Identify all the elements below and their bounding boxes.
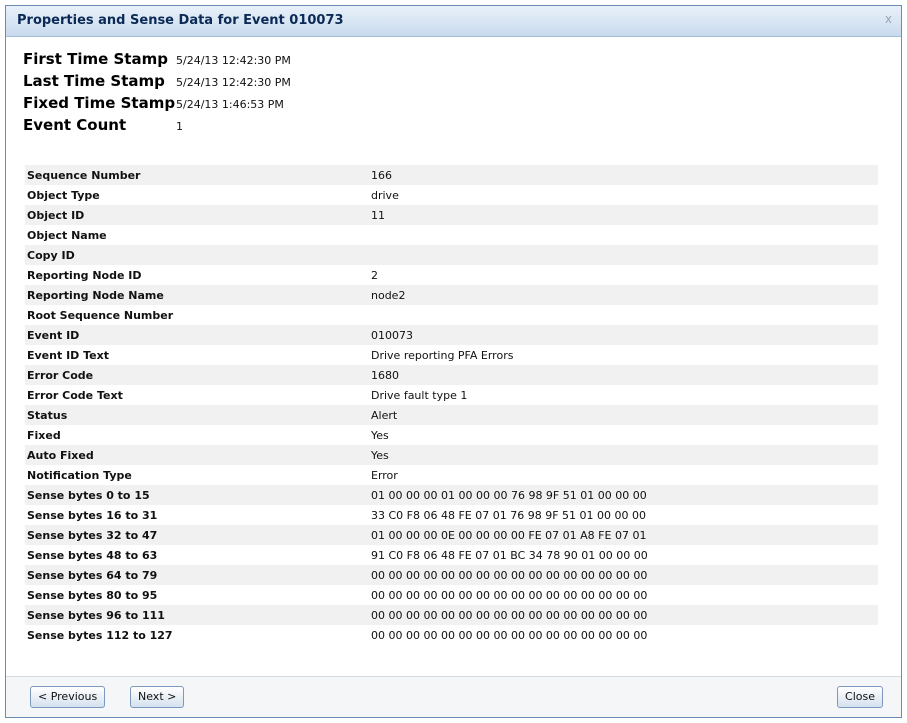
property-key: Sense bytes 48 to 63 xyxy=(27,548,158,562)
property-row: Sense bytes 16 to 31 33 C0 F8 06 48 FE 07… xyxy=(25,505,878,525)
first-time-stamp-value: 5/24/13 12:42:30 PM xyxy=(176,54,291,67)
property-row: Error Code 1680 xyxy=(25,365,878,385)
property-row: Root Sequence Number xyxy=(25,305,878,325)
property-key: Fixed xyxy=(27,428,61,442)
event-count-row: Event Count 1 xyxy=(23,116,291,138)
property-key: Sense bytes 96 to 111 xyxy=(27,608,165,622)
last-time-stamp-label: Last Time Stamp xyxy=(23,72,165,90)
property-key: Reporting Node Name xyxy=(27,288,164,302)
property-row: Object Type drive xyxy=(25,185,878,205)
property-row: Sense bytes 96 to 111 00 00 00 00 00 00 0… xyxy=(25,605,878,625)
property-key: Auto Fixed xyxy=(27,448,94,462)
dialog-footer: < Previous Next > Close xyxy=(6,676,901,717)
first-time-stamp-row: First Time Stamp 5/24/13 12:42:30 PM xyxy=(23,50,291,72)
previous-button[interactable]: < Previous xyxy=(30,686,106,708)
next-button[interactable]: Next > xyxy=(130,686,185,708)
property-value: 166 xyxy=(371,168,392,182)
property-key: Sense bytes 64 to 79 xyxy=(27,568,158,582)
fixed-time-stamp-row: Fixed Time Stamp 5/24/13 1:46:53 PM xyxy=(23,94,291,116)
property-row: Sense bytes 80 to 95 00 00 00 00 00 00 00… xyxy=(25,585,878,605)
property-value: 00 00 00 00 00 00 00 00 00 00 00 00 00 0… xyxy=(371,608,648,622)
property-row: Object ID 11 xyxy=(25,205,878,225)
property-value: 01 00 00 00 0E 00 00 00 00 FE 07 01 A8 F… xyxy=(371,528,647,542)
fixed-time-stamp-value: 5/24/13 1:46:53 PM xyxy=(176,98,284,111)
time-stamps-section: First Time Stamp 5/24/13 12:42:30 PM Las… xyxy=(23,50,291,138)
property-key: Root Sequence Number xyxy=(27,308,174,322)
property-key: Reporting Node ID xyxy=(27,268,142,282)
event-properties-dialog: Properties and Sense Data for Event 0100… xyxy=(5,5,902,718)
property-row: Sequence Number 166 xyxy=(25,165,878,185)
property-key: Event ID Text xyxy=(27,348,109,362)
last-time-stamp-row: Last Time Stamp 5/24/13 12:42:30 PM xyxy=(23,72,291,94)
property-value: Drive fault type 1 xyxy=(371,388,468,402)
property-row: Sense bytes 64 to 79 00 00 00 00 00 00 00… xyxy=(25,565,878,585)
property-row: Sense bytes 112 to 127 00 00 00 00 00 00 … xyxy=(25,625,878,645)
close-button[interactable]: Close xyxy=(837,686,883,708)
property-key: Status xyxy=(27,408,68,422)
property-key: Error Code xyxy=(27,368,94,382)
property-row: Sense bytes 48 to 63 91 C0 F8 06 48 FE 07… xyxy=(25,545,878,565)
property-key: Sense bytes 0 to 15 xyxy=(27,488,150,502)
event-count-value: 1 xyxy=(176,120,183,133)
last-time-stamp-value: 5/24/13 12:42:30 PM xyxy=(176,76,291,89)
property-key: Sense bytes 32 to 47 xyxy=(27,528,158,542)
property-row: Sense bytes 32 to 47 01 00 00 00 0E 00 00… xyxy=(25,525,878,545)
dialog-title: Properties and Sense Data for Event 0100… xyxy=(17,13,344,28)
first-time-stamp-label: First Time Stamp xyxy=(23,50,168,68)
property-value: 010073 xyxy=(371,328,413,342)
property-value: drive xyxy=(371,188,399,202)
property-value: Drive reporting PFA Errors xyxy=(371,348,514,362)
property-value: 00 00 00 00 00 00 00 00 00 00 00 00 00 0… xyxy=(371,568,648,582)
property-key: Copy ID xyxy=(27,248,75,262)
property-value: Yes xyxy=(371,448,389,462)
property-value: 33 C0 F8 06 48 FE 07 01 76 98 9F 51 01 0… xyxy=(371,508,647,522)
property-key: Object ID xyxy=(27,208,85,222)
property-row: Reporting Node ID 2 xyxy=(25,265,878,285)
event-count-label: Event Count xyxy=(23,116,127,134)
property-value: 01 00 00 00 01 00 00 00 76 98 9F 51 01 0… xyxy=(371,488,647,502)
property-row: Fixed Yes xyxy=(25,425,878,445)
property-value: Yes xyxy=(371,428,389,442)
property-key: Error Code Text xyxy=(27,388,123,402)
property-value: Error xyxy=(371,468,398,482)
property-row: Copy ID xyxy=(25,245,878,265)
dialog-titlebar: Properties and Sense Data for Event 0100… xyxy=(6,6,901,37)
property-value: 00 00 00 00 00 00 00 00 00 00 00 00 00 0… xyxy=(371,628,648,642)
property-row: Notification Type Error xyxy=(25,465,878,485)
property-row: Sense bytes 0 to 15 01 00 00 00 01 00 00 … xyxy=(25,485,878,505)
property-value: 1680 xyxy=(371,368,399,382)
property-key: Notification Type xyxy=(27,468,132,482)
property-row: Event ID 010073 xyxy=(25,325,878,345)
property-key: Object Name xyxy=(27,228,107,242)
property-row: Status Alert xyxy=(25,405,878,425)
property-value: node2 xyxy=(371,288,406,302)
property-value: 11 xyxy=(371,208,385,222)
property-key: Sense bytes 80 to 95 xyxy=(27,588,158,602)
property-row: Object Name xyxy=(25,225,878,245)
property-value: 00 00 00 00 00 00 00 00 00 00 00 00 00 0… xyxy=(371,588,648,602)
fixed-time-stamp-label: Fixed Time Stamp xyxy=(23,94,176,112)
property-key: Sequence Number xyxy=(27,168,141,182)
property-row: Error Code Text Drive fault type 1 xyxy=(25,385,878,405)
property-row: Event ID Text Drive reporting PFA Errors xyxy=(25,345,878,365)
close-icon[interactable]: x xyxy=(885,12,892,26)
property-row: Auto Fixed Yes xyxy=(25,445,878,465)
property-key: Object Type xyxy=(27,188,100,202)
property-key: Sense bytes 16 to 31 xyxy=(27,508,158,522)
properties-table: Sequence Number 166 Object Type drive Object… xyxy=(25,165,878,645)
property-value: 91 C0 F8 06 48 FE 07 01 BC 34 78 90 01 0… xyxy=(371,548,648,562)
property-key: Sense bytes 112 to 127 xyxy=(27,628,173,642)
property-row: Reporting Node Name node2 xyxy=(25,285,878,305)
property-value: Alert xyxy=(371,408,398,422)
property-key: Event ID xyxy=(27,328,80,342)
property-value: 2 xyxy=(371,268,378,282)
